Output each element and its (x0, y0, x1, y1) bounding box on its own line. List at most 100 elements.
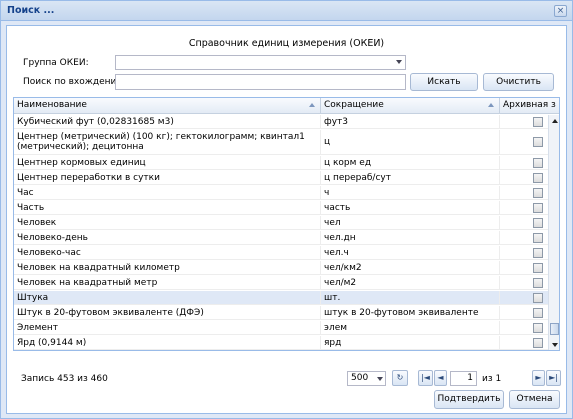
vertical-scrollbar[interactable] (548, 115, 559, 350)
page-number-input[interactable]: 1 (450, 371, 477, 386)
column-header-abbr[interactable]: Сокращение (321, 98, 500, 114)
last-page-icon[interactable]: ►| (546, 370, 561, 386)
archive-checkbox[interactable] (533, 263, 543, 273)
archive-checkbox[interactable] (533, 218, 543, 228)
scroll-down-icon[interactable] (552, 343, 558, 347)
cell-abbr: фут3 (321, 115, 500, 128)
cell-archive (500, 291, 548, 304)
group-combobox[interactable] (115, 55, 406, 70)
table-row[interactable]: Центнер кормовых единиц ц корм ед (14, 156, 548, 170)
cell-name: Человек на квадратный метр (14, 276, 321, 289)
cell-archive (500, 246, 548, 259)
cell-name: Ярд (0,9144 м) (14, 336, 321, 349)
cell-archive (500, 336, 548, 349)
cell-abbr: ц корм ед (321, 156, 500, 169)
prev-page-icon[interactable]: ◄ (434, 370, 447, 386)
page-count: из 1 (482, 374, 502, 384)
cell-name: Кубический фут (0,02831685 м3) (14, 115, 321, 128)
chevron-down-icon[interactable] (396, 60, 402, 64)
cell-abbr: ярд (321, 336, 500, 349)
sort-asc-icon (488, 103, 494, 107)
page-size-select[interactable]: 500 (347, 371, 386, 386)
search-button[interactable]: Искать (410, 73, 478, 91)
archive-checkbox[interactable] (533, 188, 543, 198)
scrollbar-thumb[interactable] (550, 323, 559, 335)
chevron-down-icon[interactable] (377, 377, 383, 381)
cell-name: Человек (14, 216, 321, 229)
grid-header: Наименование Сокращение Архивная з (14, 98, 559, 114)
cell-archive (500, 130, 548, 154)
cell-abbr: чел.ч (321, 246, 500, 259)
table-row[interactable]: Часть часть (14, 201, 548, 215)
first-page-icon[interactable]: |◄ (418, 370, 433, 386)
search-dialog: Поиск ... × Справочник единиц измерения … (0, 0, 573, 419)
sort-asc-icon (309, 103, 315, 107)
table-row[interactable]: Человеко-день чел.дн (14, 231, 548, 245)
table-row[interactable]: Центнер (метрический) (100 кг); гектокил… (14, 130, 548, 155)
dialog-title: Поиск ... (7, 5, 55, 16)
column-header-archive[interactable]: Архивная з (500, 98, 559, 114)
cell-archive (500, 216, 548, 229)
cell-name: Центнер (метрический) (100 кг); гектокил… (14, 130, 321, 154)
confirm-button[interactable]: Подтвердить (434, 390, 504, 409)
archive-checkbox[interactable] (533, 137, 543, 147)
next-page-icon[interactable]: ► (532, 370, 545, 386)
archive-checkbox[interactable] (533, 308, 543, 318)
cell-name: Человек на квадратный километр (14, 261, 321, 274)
archive-checkbox[interactable] (533, 323, 543, 333)
cell-abbr: чел/м2 (321, 276, 500, 289)
search-input[interactable] (115, 74, 406, 90)
archive-checkbox[interactable] (533, 278, 543, 288)
scroll-up-icon[interactable] (552, 119, 558, 123)
close-icon[interactable]: × (554, 5, 567, 17)
search-label: Поиск по вхождению: (23, 77, 127, 87)
title-bar[interactable]: Поиск ... × (1, 1, 572, 21)
archive-checkbox[interactable] (533, 248, 543, 258)
table-row[interactable]: Человеко-час чел.ч (14, 246, 548, 260)
cell-abbr: ц перераб/сут (321, 171, 500, 184)
cell-name: Человеко-день (14, 231, 321, 244)
cell-archive (500, 306, 548, 319)
record-counter: Запись 453 из 460 (21, 374, 108, 384)
archive-checkbox[interactable] (533, 338, 543, 348)
cell-name: Элемент (14, 321, 321, 334)
table-row[interactable]: Человек чел (14, 216, 548, 230)
cell-archive (500, 156, 548, 169)
archive-checkbox[interactable] (533, 293, 543, 303)
table-row[interactable]: Час ч (14, 186, 548, 200)
table-row[interactable]: Ярд (0,9144 м) ярд (14, 336, 548, 350)
table-row[interactable]: Штука шт. (14, 291, 548, 305)
table-row[interactable]: Кубический фут (0,02831685 м3) фут3 (14, 115, 548, 129)
units-grid: Наименование Сокращение Архивная з Кубич… (13, 97, 560, 351)
archive-checkbox[interactable] (533, 173, 543, 183)
archive-checkbox[interactable] (533, 117, 543, 127)
cell-name: Штук в 20-футовом эквиваленте (ДФЭ) (14, 306, 321, 319)
archive-checkbox[interactable] (533, 203, 543, 213)
cell-abbr: элем (321, 321, 500, 334)
form-heading: Справочник единиц измерения (ОКЕИ) (188, 38, 385, 49)
cell-name: Часть (14, 201, 321, 214)
grid-body: Кубический фут (0,02831685 м3) фут3 Центне… (14, 115, 548, 350)
table-row[interactable]: Человек на квадратный километр чел/км2 (14, 261, 548, 275)
table-row[interactable]: Человек на квадратный метр чел/м2 (14, 276, 548, 290)
cell-abbr: чел (321, 216, 500, 229)
cell-archive (500, 276, 548, 289)
cell-name: Штука (14, 291, 321, 304)
dialog-body: Справочник единиц измерения (ОКЕИ) Групп… (6, 25, 567, 414)
cell-archive (500, 201, 548, 214)
cell-abbr: часть (321, 201, 500, 214)
clear-button[interactable]: Очистить (483, 73, 554, 91)
cancel-button[interactable]: Отмена (509, 390, 560, 409)
cell-archive (500, 321, 548, 334)
cell-archive (500, 171, 548, 184)
cell-name: Час (14, 186, 321, 199)
table-row[interactable]: Штук в 20-футовом эквиваленте (ДФЭ) штук … (14, 306, 548, 320)
table-row[interactable]: Элемент элем (14, 321, 548, 335)
table-row[interactable]: Центнер переработки в сутки ц перераб/сут (14, 171, 548, 185)
archive-checkbox[interactable] (533, 233, 543, 243)
cell-abbr: чел.дн (321, 231, 500, 244)
refresh-icon[interactable]: ↻ (392, 370, 408, 386)
column-header-name[interactable]: Наименование (14, 98, 321, 114)
cell-abbr: штук в 20-футовом эквиваленте (321, 306, 500, 319)
archive-checkbox[interactable] (533, 158, 543, 168)
